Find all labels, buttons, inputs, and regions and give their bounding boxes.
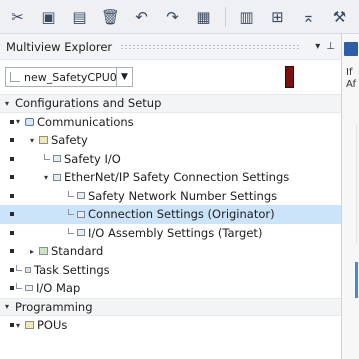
panel-title: Multiview Explorer <box>6 39 113 54</box>
paste-icon[interactable]: ▤ <box>68 5 91 29</box>
tree-section-header[interactable]: ▾ Configurations and Setup <box>0 94 341 113</box>
expand-right-icon[interactable]: ▸ <box>30 247 39 256</box>
tree-item[interactable]: ▾ Communications <box>0 113 341 132</box>
tree-item-label: Connection Settings (Originator) <box>88 207 275 222</box>
multiview-explorer-panel: Multiview Explorer ▾ ⊥ new_SafetyCPU0 ▼ … <box>0 34 341 359</box>
ethernet-ip-icon <box>53 173 61 181</box>
row-marker <box>10 138 14 143</box>
expander-icon[interactable]: ▾ <box>5 302 15 311</box>
pane-text-1: If <box>346 67 353 78</box>
online-icon[interactable]: ⊞ <box>266 5 289 29</box>
device-name: new_SafetyCPU0 <box>24 70 116 84</box>
expander-icon[interactable]: ▾ <box>5 99 15 108</box>
tree-item-label: I/O Map <box>36 281 81 296</box>
standard-icon <box>39 247 48 256</box>
pane-scroll-thumb[interactable] <box>355 262 358 298</box>
tree-connector <box>68 190 74 197</box>
expand-down-icon[interactable]: ▾ <box>16 117 25 126</box>
tree-item[interactable]: ▸ Standard <box>0 242 341 261</box>
network-number-icon <box>77 192 85 200</box>
save-icon[interactable]: ▦ <box>192 5 215 29</box>
tree-item-label: Safety <box>51 133 88 148</box>
tree-connector <box>16 283 22 290</box>
section-label: Programming <box>15 299 93 314</box>
row-marker <box>10 193 14 198</box>
drag-grip[interactable] <box>120 43 302 50</box>
task-settings-icon <box>25 266 31 273</box>
explorer-tree: ▾ Configurations and Setup ▾ Communications… <box>0 94 341 335</box>
pin-icon[interactable]: ⊥ <box>326 41 335 52</box>
row-marker <box>10 212 14 217</box>
row-marker <box>10 323 14 328</box>
expand-down-icon[interactable]: ▾ <box>30 136 39 145</box>
tree-connector <box>68 209 74 216</box>
tree-item[interactable]: ▾ Safety <box>0 131 341 150</box>
device-row: new_SafetyCPU0 ▼ <box>0 60 341 94</box>
tree-item-label: Task Settings <box>34 262 110 277</box>
chevron-down-icon[interactable]: ▼ <box>116 68 132 86</box>
tree-item[interactable]: Connection Settings (Originator) <box>0 205 341 224</box>
tree-item[interactable]: I/O Map <box>0 279 341 298</box>
tree-item[interactable]: Safety Network Number Settings <box>0 187 341 206</box>
expand-down-icon[interactable]: ▾ <box>44 173 53 182</box>
tree-item-label: Safety Network Number Settings <box>88 188 278 203</box>
row-marker <box>10 119 14 124</box>
copy-icon[interactable]: ▣ <box>37 5 60 29</box>
undo-icon[interactable]: ↶ <box>130 5 153 29</box>
tree-item[interactable]: Task Settings <box>0 261 341 280</box>
controller-status-icon <box>285 66 294 88</box>
expand-down-icon[interactable]: ▾ <box>16 321 25 330</box>
cut-icon[interactable]: ✂ <box>6 5 29 29</box>
device-icon <box>10 72 20 82</box>
tree-item[interactable]: ▾ EtherNet/IP Safety Connection Settings <box>0 168 341 187</box>
device-select[interactable]: new_SafetyCPU0 ▼ <box>5 67 133 87</box>
row-marker <box>10 267 14 272</box>
pou-icon <box>25 321 34 330</box>
tree-connector <box>68 227 74 234</box>
row-marker <box>10 156 14 161</box>
safety-io-icon <box>53 155 61 163</box>
redo-icon[interactable]: ↷ <box>161 5 184 29</box>
pane-tab-icon[interactable] <box>344 42 358 56</box>
tree-item-label: Communications <box>37 114 134 129</box>
panel-header: Multiview Explorer ▾ ⊥ <box>0 34 341 60</box>
section-label: Configurations and Setup <box>15 96 162 111</box>
toolbar-separator <box>225 6 226 27</box>
pane-divider <box>356 124 357 244</box>
delete-icon[interactable]: 🗑 <box>99 5 122 29</box>
tree-item[interactable]: Safety I/O <box>0 150 341 169</box>
tree-item-label: POUs <box>37 318 68 333</box>
safety-icon <box>39 136 48 145</box>
tools-icon[interactable]: ⚒ <box>328 5 351 29</box>
tree-item[interactable]: I/O Assembly Settings (Target) <box>0 224 341 243</box>
panel-menu-icon[interactable]: ▾ <box>315 41 320 52</box>
tree-item-label: Standard <box>51 244 104 259</box>
assembly-settings-icon <box>77 229 85 237</box>
main-toolbar: ✂ ▣ ▤ 🗑 ↶ ↷ ▦ ▥ ⊞ ⌅ ⚒ <box>0 0 359 34</box>
row-marker <box>10 230 14 235</box>
pane-text-2: Af <box>346 79 357 90</box>
row-marker <box>10 175 14 180</box>
row-marker <box>10 286 14 291</box>
communications-icon <box>25 117 34 126</box>
build-icon[interactable]: ▥ <box>235 5 258 29</box>
tree-connector <box>44 153 50 160</box>
tree-section-header[interactable]: ▾ Programming <box>0 297 341 316</box>
transfer-icon[interactable]: ⌅ <box>297 5 320 29</box>
io-map-icon <box>25 285 33 292</box>
tree-item-label: I/O Assembly Settings (Target) <box>88 225 263 240</box>
tree-item[interactable]: ▾ POUs <box>0 316 341 335</box>
tree-item-label: Safety I/O <box>64 151 121 166</box>
connection-settings-icon <box>77 210 85 218</box>
tree-connector <box>16 264 22 271</box>
row-marker <box>10 249 14 254</box>
adjacent-pane: If Af <box>341 34 359 359</box>
tree-item-label: EtherNet/IP Safety Connection Settings <box>64 170 290 185</box>
